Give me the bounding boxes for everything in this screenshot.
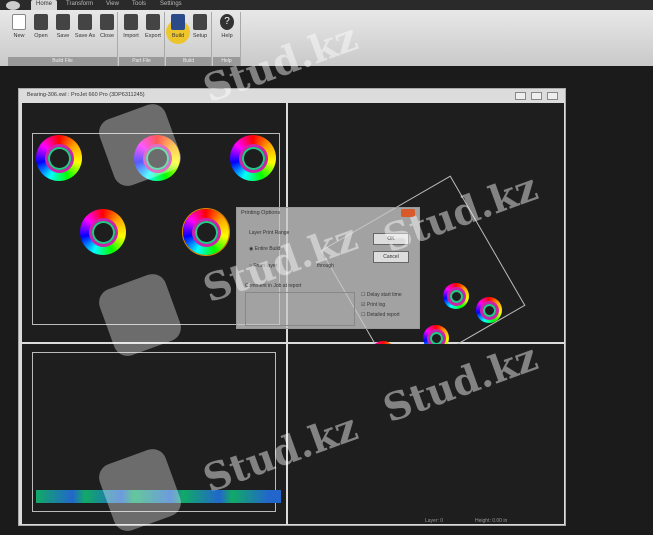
setup-button[interactable]: Setup xyxy=(189,14,211,39)
tab-home[interactable]: Home xyxy=(31,0,58,10)
group-build-file: New Open Save Save As Close Build File xyxy=(8,12,118,66)
dialog-title: Printing Options xyxy=(241,210,281,216)
export-icon xyxy=(146,14,160,30)
part-ring[interactable] xyxy=(476,297,502,323)
minimize-button[interactable] xyxy=(515,92,526,100)
window-close-button[interactable] xyxy=(547,92,558,100)
open-button[interactable]: Open xyxy=(30,14,52,39)
print-log-checkbox[interactable]: ☑ Print log xyxy=(361,302,385,308)
label: Import xyxy=(123,33,139,39)
group-label: Build File xyxy=(8,57,117,66)
label: Setup xyxy=(192,33,208,39)
part-ring[interactable] xyxy=(36,135,82,181)
app-menu-icon[interactable] xyxy=(6,1,20,10)
export-button[interactable]: Export xyxy=(142,14,164,39)
label: Open xyxy=(34,33,48,39)
label: Close xyxy=(99,33,115,39)
part-ring[interactable] xyxy=(443,283,469,309)
window-title: Bearing-306.xwl : ProJet 660 Pro (3DP631… xyxy=(27,92,145,98)
save-icon xyxy=(56,14,70,30)
import-icon xyxy=(124,14,138,30)
label: New xyxy=(13,33,25,39)
maximize-button[interactable] xyxy=(531,92,542,100)
group-part-file: Import Export Part File xyxy=(119,12,165,66)
delay-start-checkbox[interactable]: ☐ Delay start time xyxy=(361,292,402,298)
tab-transform[interactable]: Transform xyxy=(66,1,93,7)
label: Save xyxy=(56,33,70,39)
save-as-button[interactable]: Save As xyxy=(74,14,96,39)
build-button[interactable]: Build xyxy=(167,14,189,39)
save-as-icon xyxy=(78,14,92,30)
status-height: Height: 0.00 in xyxy=(475,518,508,524)
comment-input[interactable] xyxy=(245,292,355,326)
folder-icon xyxy=(34,14,48,30)
tab-settings[interactable]: Settings xyxy=(160,1,182,7)
build-icon xyxy=(171,14,185,30)
group-build: Build Setup Build xyxy=(166,12,212,66)
close-file-icon xyxy=(100,14,114,30)
part-ring[interactable] xyxy=(80,209,126,255)
tab-tools[interactable]: Tools xyxy=(132,1,146,7)
help-icon: ? xyxy=(220,14,234,30)
tab-view[interactable]: View xyxy=(106,1,119,7)
import-button[interactable]: Import xyxy=(120,14,142,39)
detailed-report-checkbox[interactable]: ☐ Detailed report xyxy=(361,312,400,318)
ribbon-tabs: Home Transform View Tools Settings xyxy=(0,0,653,10)
part-ring[interactable] xyxy=(230,135,276,181)
new-button[interactable]: New xyxy=(8,14,30,39)
label: Build xyxy=(171,33,185,39)
group-label: Build xyxy=(166,57,211,66)
label: Save As xyxy=(74,33,96,39)
label: Print log xyxy=(366,302,386,308)
group-label: Part File xyxy=(119,57,164,66)
label: Export xyxy=(145,33,161,39)
setup-icon xyxy=(193,14,207,30)
new-file-icon xyxy=(12,14,26,30)
part-ring-selected[interactable] xyxy=(182,208,230,256)
label: Delay start time xyxy=(366,292,402,298)
range-label: Layer Print Range xyxy=(249,230,290,236)
help-button[interactable]: ? Help xyxy=(216,14,238,39)
label: Detailed report xyxy=(366,312,400,318)
label: Help xyxy=(221,33,233,39)
status-layer: Layer: 0 xyxy=(425,518,444,524)
save-button[interactable]: Save xyxy=(52,14,74,39)
close-button[interactable]: Close xyxy=(96,14,118,39)
